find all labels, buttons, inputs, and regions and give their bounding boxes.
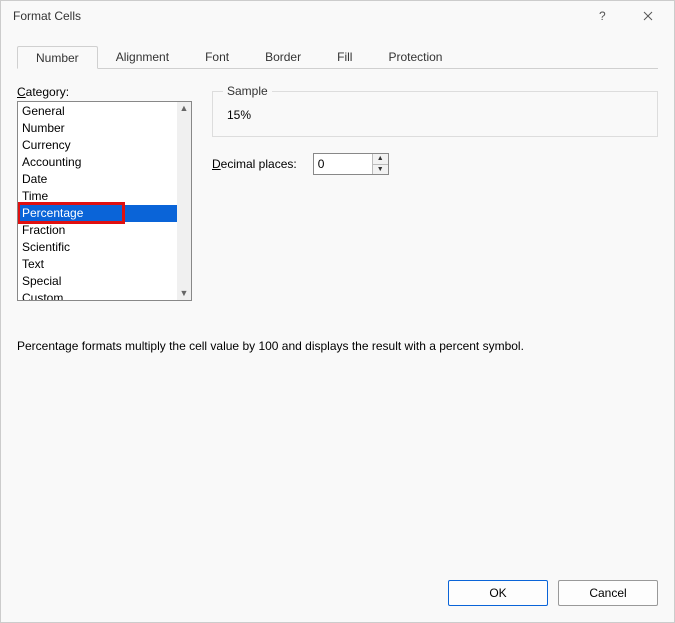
category-label: Category:	[17, 85, 192, 99]
decimal-places-row: Decimal places: ▲ ▼	[212, 153, 658, 175]
category-item-scientific[interactable]: Scientific	[18, 239, 177, 256]
spinner-up-button[interactable]: ▲	[373, 154, 388, 165]
sample-label: Sample	[223, 84, 272, 98]
category-item-accounting[interactable]: Accounting	[18, 154, 177, 171]
tab-number[interactable]: Number	[17, 46, 98, 69]
category-item-percentage[interactable]: Percentage	[18, 205, 177, 222]
category-column: Category: GeneralNumberCurrencyAccountin…	[17, 85, 192, 301]
category-item-number[interactable]: Number	[18, 120, 177, 137]
category-item-date[interactable]: Date	[18, 171, 177, 188]
listbox-items: GeneralNumberCurrencyAccountingDateTimeP…	[18, 102, 177, 300]
titlebar: Format Cells ?	[1, 1, 674, 31]
settings-column: Sample 15% Decimal places: ▲ ▼	[212, 85, 658, 301]
decimal-places-spinner[interactable]: ▲ ▼	[313, 153, 389, 175]
category-item-currency[interactable]: Currency	[18, 137, 177, 154]
tab-border[interactable]: Border	[247, 46, 319, 69]
sample-value: 15%	[225, 102, 645, 122]
scroll-up-arrow-icon[interactable]: ▲	[180, 104, 189, 113]
tabstrip: NumberAlignmentFontBorderFillProtection	[17, 45, 658, 69]
help-icon: ?	[598, 11, 608, 21]
scrollbar[interactable]: ▲ ▼	[177, 102, 191, 300]
dialog-footer: OK Cancel	[1, 568, 674, 622]
category-item-custom[interactable]: Custom	[18, 290, 177, 301]
scroll-down-arrow-icon[interactable]: ▼	[180, 289, 189, 298]
close-icon	[643, 11, 653, 21]
tab-fill[interactable]: Fill	[319, 46, 370, 69]
decimal-places-input[interactable]	[314, 154, 372, 174]
spinner-down-button[interactable]: ▼	[373, 165, 388, 175]
dialog-title: Format Cells	[13, 9, 580, 23]
tab-protection[interactable]: Protection	[370, 46, 460, 69]
tab-alignment[interactable]: Alignment	[98, 46, 187, 69]
cancel-button[interactable]: Cancel	[558, 580, 658, 606]
dialog-content: NumberAlignmentFontBorderFillProtection …	[1, 31, 674, 568]
category-item-fraction[interactable]: Fraction	[18, 222, 177, 239]
spinner-buttons: ▲ ▼	[372, 154, 388, 174]
category-item-text[interactable]: Text	[18, 256, 177, 273]
category-item-general[interactable]: General	[18, 103, 177, 120]
main-row: Category: GeneralNumberCurrencyAccountin…	[17, 85, 658, 301]
format-description: Percentage formats multiply the cell val…	[17, 339, 658, 353]
ok-button[interactable]: OK	[448, 580, 548, 606]
svg-text:?: ?	[599, 11, 606, 21]
decimal-places-label: Decimal places:	[212, 157, 297, 171]
sample-box: Sample 15%	[212, 91, 658, 137]
help-button[interactable]: ?	[580, 2, 625, 30]
close-button[interactable]	[625, 2, 670, 30]
format-cells-dialog: Format Cells ? NumberAlignmentFontBorder…	[0, 0, 675, 623]
category-item-special[interactable]: Special	[18, 273, 177, 290]
category-item-time[interactable]: Time	[18, 188, 177, 205]
category-listbox[interactable]: GeneralNumberCurrencyAccountingDateTimeP…	[17, 101, 192, 301]
tab-font[interactable]: Font	[187, 46, 247, 69]
